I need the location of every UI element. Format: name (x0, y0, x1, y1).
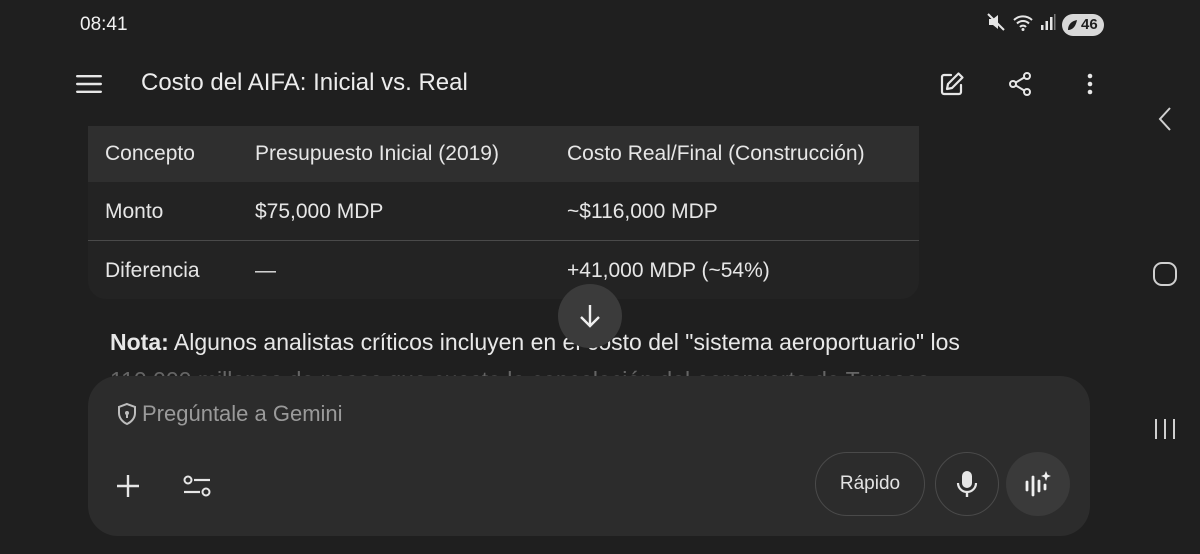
back-icon (1158, 107, 1171, 131)
table-cell: Diferencia (105, 259, 200, 282)
wifi-icon (1012, 13, 1034, 36)
table-cell: $75,000 MDP (255, 200, 384, 223)
prompt-composer: Rápido (88, 376, 1090, 536)
battery-icon: 46 (1062, 13, 1104, 36)
table-row: Monto $75,000 MDP ~$116,000 MDP (88, 183, 919, 241)
table-header-cell: Costo Real/Final (Construcción) (567, 142, 865, 165)
tools-button[interactable] (175, 464, 219, 508)
table-header-cell: Presupuesto Inicial (2019) (255, 142, 499, 165)
menu-icon (76, 75, 102, 93)
page-title: Costo del AIFA: Inicial vs. Real (141, 69, 468, 96)
table-header-cell: Concepto (105, 142, 195, 165)
more-vert-icon (1087, 73, 1093, 95)
microphone-button[interactable] (935, 452, 999, 516)
status-icons: 46 (986, 12, 1104, 37)
edit-icon (940, 72, 964, 96)
table-cell: Monto (105, 200, 164, 223)
battery-level: 46 (1081, 16, 1098, 33)
table-cell: — (255, 259, 276, 282)
recents-button[interactable] (1145, 409, 1185, 449)
add-button[interactable] (106, 464, 150, 508)
app-screen: 08:41 46 Costo del AIFA: Inicial vs. Rea… (0, 0, 1200, 554)
status-time: 08:41 (80, 14, 128, 35)
signal-icon (1040, 13, 1056, 36)
model-mode-button[interactable]: Rápido (815, 452, 925, 516)
arrow-down-icon (580, 305, 600, 328)
recents-icon (1155, 419, 1175, 439)
share-button[interactable] (1002, 66, 1038, 102)
plus-icon (117, 475, 139, 497)
live-icon (1025, 471, 1051, 497)
data-table: Concepto Presupuesto Inicial (2019) Cost… (88, 126, 919, 299)
home-button[interactable] (1145, 254, 1185, 294)
table-row: Diferencia — +41,000 MDP (~54%) (88, 242, 919, 299)
table-cell: +41,000 MDP (~54%) (567, 259, 770, 282)
note-paragraph: Nota: Algunos analistas críticos incluye… (110, 329, 960, 356)
table-cell: ~$116,000 MDP (567, 200, 718, 223)
shield-icon (118, 402, 136, 426)
table-header-row: Concepto Presupuesto Inicial (2019) Cost… (88, 126, 919, 182)
top-app-bar: Costo del AIFA: Inicial vs. Real (0, 56, 1120, 112)
back-button[interactable] (1145, 99, 1185, 139)
more-options-button[interactable] (1072, 66, 1108, 102)
home-icon (1153, 262, 1177, 286)
share-icon (1009, 72, 1031, 96)
live-button[interactable] (1006, 452, 1070, 516)
tune-icon (183, 475, 211, 497)
prompt-input[interactable] (142, 401, 642, 427)
edit-button[interactable] (934, 66, 970, 102)
note-label: Nota: (110, 329, 169, 355)
menu-button[interactable] (72, 68, 106, 100)
prompt-row (116, 401, 642, 427)
mute-icon (986, 12, 1006, 37)
scroll-to-bottom-button[interactable] (558, 284, 622, 348)
mic-icon (956, 471, 978, 497)
